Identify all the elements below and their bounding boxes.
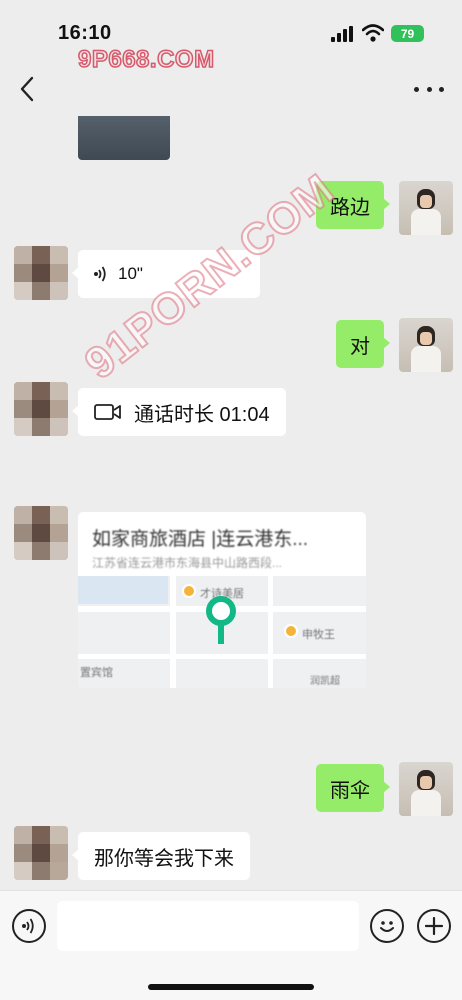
message-bubble-other[interactable]: 那你等会我下来 [72,832,250,880]
avatar-other[interactable] [14,246,68,300]
avatar-self[interactable] [399,762,453,816]
avatar-pixel [32,844,50,862]
avatar-face [420,195,432,208]
location-pin-icon [206,596,236,644]
poi-icon [284,624,298,638]
avatar-pixel [32,400,50,418]
smiley-icon [380,921,394,932]
wifi-icon [362,24,384,42]
plus-icon [425,917,443,935]
avatar-pixel [32,524,50,542]
more-dots-icon [414,86,419,92]
avatar-pixel [14,826,32,844]
video-camera-icon [94,403,122,421]
map-label: 置宾馆 [80,667,113,679]
message-text: 那你等会我下来 [94,847,234,870]
avatar-pixel [14,282,32,300]
avatar-pixel [14,524,32,542]
avatar-pixel [32,264,50,282]
message-bubble-self[interactable]: 路边 [316,181,390,229]
voice-duration: 10" [118,264,143,283]
emoji-button[interactable] [370,909,404,943]
location-address: 江苏省连云港市东海县中山路西段... [92,556,283,570]
avatar-shirt [411,790,441,816]
home-indicator[interactable] [148,984,314,990]
call-duration-text: 通话时长 01:04 [134,403,270,426]
message-text: 路边 [330,196,370,219]
avatar-pixel [50,844,68,862]
avatar-other[interactable] [14,506,68,560]
status-time: 16:10 [58,22,112,44]
chevron-left-icon [20,76,34,102]
avatar-shirt [411,209,441,235]
location-title: 如家商旅酒店 |连云港东... [92,529,309,550]
battery-level: 79 [400,26,415,41]
battery-indicator: 79 [391,25,424,42]
map-road [78,654,366,659]
map-label: 申牧王 [302,629,335,641]
poi-icon [182,584,196,598]
message-input[interactable] [57,901,359,951]
location-message-card[interactable]: 如家商旅酒店 |连云港东... 江苏省连云港市东海县中山路西段... 才诗美居 … [78,512,366,688]
avatar-pixel [14,862,32,880]
avatar-pixel [14,542,32,560]
avatar-pixel [32,542,50,560]
avatar-pixel [50,382,68,400]
avatar-other[interactable] [14,826,68,880]
message-text: 对 [350,335,370,358]
message-bubble-self[interactable]: 雨伞 [316,764,390,812]
avatar-pixel [14,400,32,418]
avatar-pixel [50,400,68,418]
avatar-pixel [32,862,50,880]
message-text: 雨伞 [330,779,370,802]
avatar-pixel [50,418,68,436]
map-preview: 才诗美居 申牧王 置宾馆 润凯超 [78,576,366,688]
map-road [268,576,273,688]
avatar-pixel [32,246,50,264]
avatar-other[interactable] [14,382,68,436]
avatar-pixel [32,506,50,524]
avatar-pixel [14,382,32,400]
avatar-face [420,332,432,345]
avatar-pixel [50,826,68,844]
nav-bar [0,62,462,116]
avatar-pixel [14,418,32,436]
avatar-pixel [14,506,32,524]
more-button[interactable] [414,76,444,102]
voice-input-button[interactable] [12,909,46,943]
plus-button[interactable] [417,909,451,943]
signal-icon [331,26,353,42]
avatar-pixel [32,282,50,300]
avatar-pixel [50,524,68,542]
avatar-self[interactable] [399,318,453,372]
avatar-pixel [50,264,68,282]
avatar-pixel [50,282,68,300]
avatar-pixel [50,246,68,264]
message-bubble-self[interactable]: 对 [336,320,390,368]
avatar-pixel [32,418,50,436]
voice-message-bubble[interactable]: 10" [72,250,260,298]
image-message-thumb[interactable] [78,116,170,160]
call-message-bubble[interactable]: 通话时长 01:04 [72,388,286,436]
avatar-face [420,776,432,789]
map-label: 润凯超 [310,676,340,687]
avatar-pixel [50,542,68,560]
avatar-shirt [411,346,441,372]
more-dot [439,86,444,92]
status-bar: 16:10 79 [0,0,462,62]
voice-wave-icon [22,918,34,934]
back-button[interactable] [14,74,44,104]
voice-wave-icon [94,265,108,283]
avatar-pixel [14,246,32,264]
map-water [78,576,168,604]
map-road [170,576,176,688]
avatar-pixel [14,264,32,282]
avatar-pixel [32,826,50,844]
more-dot [426,86,432,92]
avatar-pixel [32,382,50,400]
avatar-pixel [14,844,32,862]
avatar-pixel [50,506,68,524]
avatar-self[interactable] [399,181,453,235]
